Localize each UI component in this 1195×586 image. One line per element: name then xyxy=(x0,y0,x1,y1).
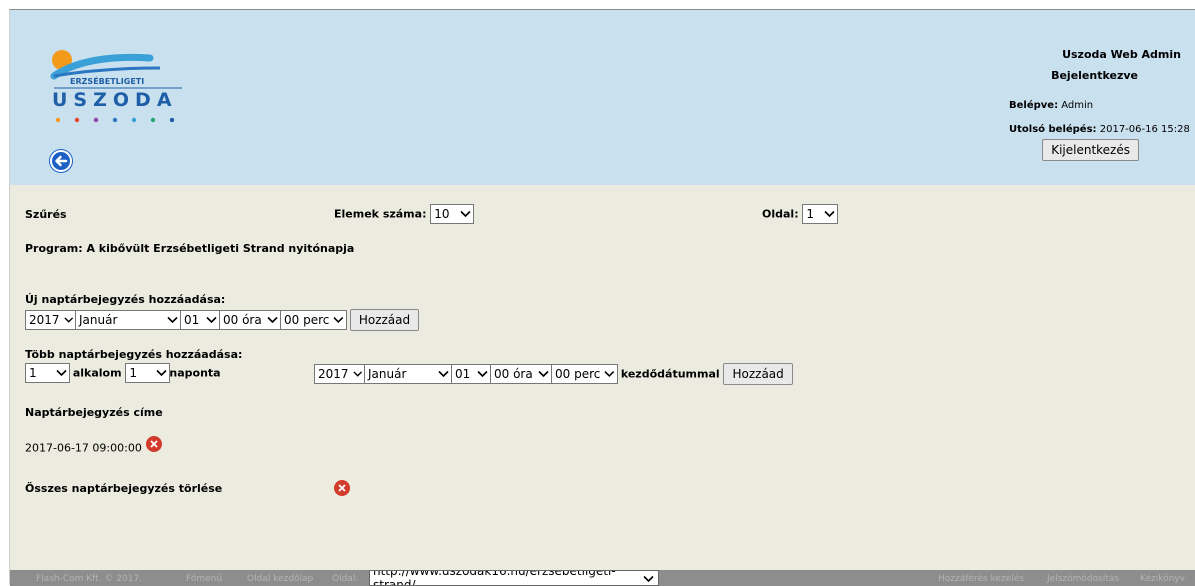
day-select[interactable]: 01 xyxy=(180,310,220,330)
logged-in-label: Belépve: xyxy=(1009,100,1059,111)
items-label: Elemek száma: xyxy=(334,207,427,221)
every-label: naponta xyxy=(169,366,221,380)
last-login-value: 2017-06-16 15:28 xyxy=(1099,124,1190,135)
start-label: kezdődátummal xyxy=(620,367,720,381)
footer-link-home[interactable]: Oldal kezdőlap xyxy=(247,574,313,584)
multi-entry-right: 2017 Január 01 00 óra 00 perc kezdődátummal … xyxy=(314,363,793,385)
new-entry-title: Új naptárbejegyzés hozzáadása: xyxy=(25,293,226,306)
page-filter: Oldal: 1 xyxy=(762,204,839,224)
chevron-down-icon xyxy=(460,210,471,218)
chevron-down-icon xyxy=(824,210,835,218)
entry-row: 2017-06-17 09:00:00 xyxy=(25,436,162,456)
header: ERZSÉBETLIGETI USZODA Uszoda Web Admin B… xyxy=(10,10,1195,185)
footer-copyright: Flash-Com Kft. © 2017. xyxy=(36,574,143,584)
login-status: Bejelentkezve xyxy=(1051,69,1138,82)
new-entry-row: 2017 Január 01 00 óra 00 perc Hozzáad xyxy=(25,309,420,331)
footer-link-password[interactable]: Jelszómódosítás xyxy=(1047,574,1119,584)
footer-page-label: Oldal: xyxy=(332,574,359,584)
add-entry-button[interactable]: Hozzáad xyxy=(349,309,420,331)
page-label: Oldal: xyxy=(762,207,799,221)
multi-entry-title: Több naptárbejegyzés hozzáadása: xyxy=(25,348,243,361)
minute-select[interactable]: 00 perc xyxy=(280,310,347,330)
every-select[interactable]: 1 xyxy=(125,363,171,383)
entry-datetime: 2017-06-17 09:00:00 xyxy=(25,441,142,455)
footer-link-manual[interactable]: Kézikönyv xyxy=(1140,574,1185,584)
multi-day-select[interactable]: 01 xyxy=(451,364,491,384)
delete-all-label: Összes naptárbejegyzés törlése xyxy=(25,482,223,495)
back-arrow-icon[interactable] xyxy=(50,150,72,172)
multi-hour-select[interactable]: 00 óra xyxy=(490,364,552,384)
logout-button[interactable]: Kijelentkezés xyxy=(1042,139,1139,161)
last-login-label: Utolsó belépés: xyxy=(1009,124,1097,135)
logo: ERZSÉBETLIGETI USZODA xyxy=(50,48,190,128)
multi-month-select[interactable]: Január xyxy=(364,364,452,384)
page-select[interactable]: 1 xyxy=(802,204,839,224)
footer-link-access[interactable]: Hozzáférés kezelés xyxy=(938,574,1024,584)
multi-minute-select[interactable]: 00 perc xyxy=(551,364,618,384)
multi-year-select[interactable]: 2017 xyxy=(314,364,365,384)
entries-title: Naptárbejegyzés címe xyxy=(25,406,163,419)
hour-select[interactable]: 00 óra xyxy=(219,310,281,330)
multi-entry-left: 1 alkalom 1 naponta xyxy=(25,363,221,383)
count-select[interactable]: 1 xyxy=(25,363,70,383)
delete-entry-icon[interactable] xyxy=(145,436,162,452)
footer: Flash-Com Kft. © 2017. Főmenü Oldal kezd… xyxy=(10,570,1195,586)
logo-main-text: USZODA xyxy=(52,89,178,111)
logo-top-text: ERZSÉBETLIGETI xyxy=(70,75,144,86)
count-label: alkalom xyxy=(72,366,122,380)
footer-link-main-menu[interactable]: Főmenü xyxy=(186,574,222,584)
user-box: Uszoda Web Admin Bejelentkezve xyxy=(1051,48,1181,97)
items-select[interactable]: 10 xyxy=(430,204,475,224)
app-title: Uszoda Web Admin xyxy=(1062,48,1181,61)
filter-title: Szűrés xyxy=(25,208,67,221)
delete-all-icon[interactable] xyxy=(334,480,350,496)
month-select[interactable]: Január xyxy=(75,310,181,330)
program-title: Program: A kibővült Erzsébetligeti Stran… xyxy=(25,242,355,255)
year-select[interactable]: 2017 xyxy=(25,310,76,330)
page-frame: ERZSÉBETLIGETI USZODA Uszoda Web Admin B… xyxy=(9,9,1195,586)
add-multi-button[interactable]: Hozzáad xyxy=(723,363,793,385)
footer-page-select[interactable]: http://www.uszodak16.hu/erzsebetligeti-s… xyxy=(369,570,659,586)
logged-in-value: Admin xyxy=(1061,100,1094,111)
items-per-page: Elemek száma: 10 xyxy=(334,204,475,224)
